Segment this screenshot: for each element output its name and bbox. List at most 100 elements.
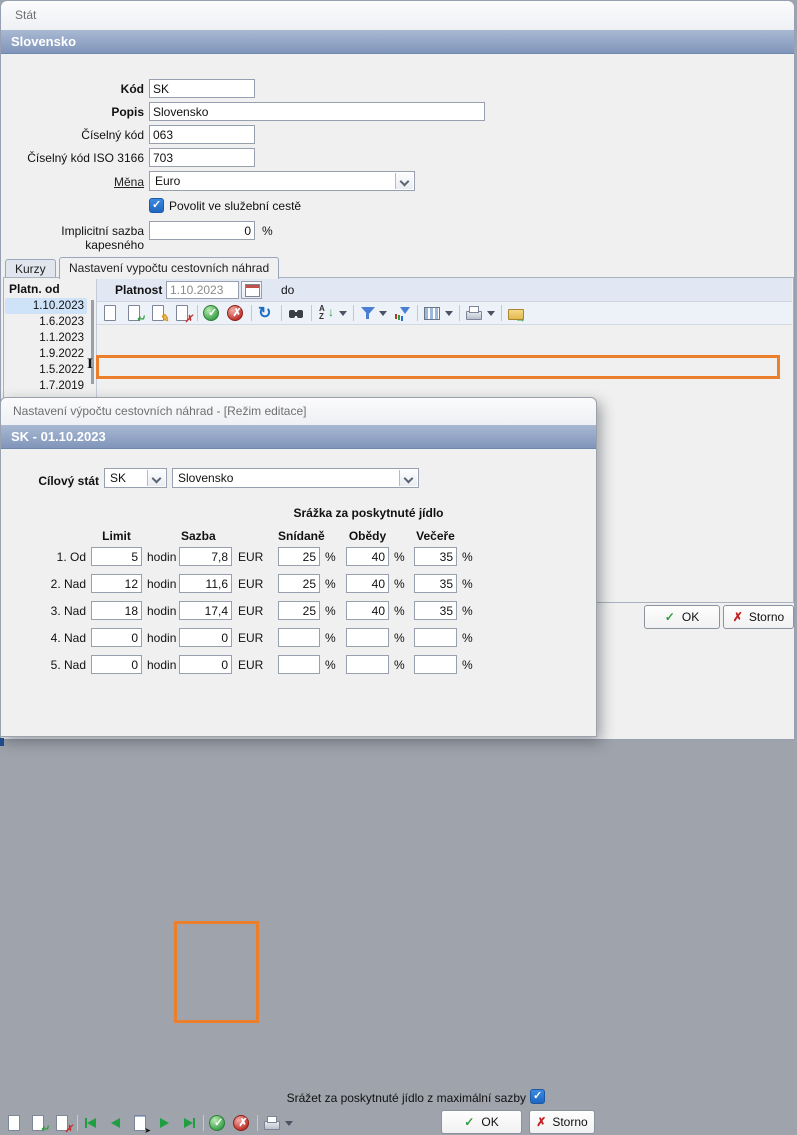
filter-dropdown-icon[interactable] <box>379 311 387 316</box>
sazba-input[interactable] <box>179 601 232 620</box>
vecere-input[interactable] <box>414 628 457 647</box>
row-label: 4. Nad <box>31 631 86 645</box>
cancel-icon[interactable] <box>227 305 243 321</box>
limit-input[interactable] <box>91 628 142 647</box>
toolbar-separator <box>501 305 502 321</box>
print-dropdown-icon[interactable] <box>285 1121 293 1126</box>
snidane-input[interactable] <box>278 655 320 674</box>
eur-unit: EUR <box>238 631 263 645</box>
validity-date-item[interactable]: 1.5.2022 <box>5 362 87 378</box>
limit-input[interactable] <box>91 601 142 620</box>
ok-button[interactable]: ✓OK <box>644 605 720 629</box>
chevron-down-icon[interactable] <box>395 173 413 189</box>
dialog-storno-button[interactable]: ✗Storno <box>529 1110 595 1134</box>
vecere-column-label: Večeře <box>414 529 457 543</box>
obedy-column-label: Obědy <box>346 529 389 543</box>
record-list-icon[interactable] <box>131 1114 149 1132</box>
mena-label[interactable]: Měna <box>1 175 144 189</box>
vecere-input[interactable] <box>414 655 457 674</box>
sazba-input[interactable] <box>179 547 232 566</box>
tab-kurzy[interactable]: Kurzy <box>5 259 56 279</box>
window-titlebar[interactable]: Stát <box>1 1 794 31</box>
obedy-input[interactable] <box>346 628 389 647</box>
vecere-input[interactable] <box>414 547 457 566</box>
snidane-input[interactable] <box>278 628 320 647</box>
new-record-icon[interactable] <box>5 1114 23 1132</box>
delete-record-icon[interactable]: ✗ <box>173 304 191 322</box>
dialog-title: Nastavení výpočtu cestovních náhrad - [R… <box>13 404 306 418</box>
platnost-od-date-input[interactable] <box>166 281 239 299</box>
srazka-heading: Srážka za poskytnuté jídlo <box>278 506 459 520</box>
snidane-input[interactable] <box>278 601 320 620</box>
advanced-filter-icon[interactable] <box>393 304 411 322</box>
kapesne-input[interactable] <box>149 221 255 240</box>
cilovy-stat-name-value: Slovensko <box>178 471 233 485</box>
validity-date-item[interactable]: 1.10.2023 <box>5 298 87 314</box>
chevron-down-icon[interactable] <box>399 470 417 486</box>
sazba-column-label: Sazba <box>179 529 234 543</box>
new-record-icon[interactable] <box>101 304 119 322</box>
percent-unit: % <box>325 631 336 645</box>
obedy-input[interactable] <box>346 574 389 593</box>
hodin-unit: hodin <box>147 658 176 672</box>
copy-record-icon[interactable]: ↵ <box>29 1114 47 1132</box>
vecere-input[interactable] <box>414 601 457 620</box>
print-icon[interactable] <box>465 304 483 322</box>
vecere-input[interactable] <box>414 574 457 593</box>
export-icon[interactable] <box>507 304 525 322</box>
edit-record-icon[interactable]: ✎ <box>149 304 167 322</box>
tab-nastaveni-nahrad[interactable]: Nastavení vypočtu cestovních náhrad <box>59 257 279 279</box>
limit-input[interactable] <box>91 547 142 566</box>
validity-date-item[interactable]: 1.9.2022 <box>5 346 87 362</box>
validity-date-item[interactable]: 1.7.2019 <box>5 378 87 394</box>
ciselny-kod-input[interactable] <box>149 125 255 144</box>
sazba-input[interactable] <box>179 574 232 593</box>
kod-input[interactable] <box>149 79 255 98</box>
delete-record-icon[interactable]: ✗ <box>53 1114 71 1132</box>
previous-record-icon[interactable] <box>107 1114 125 1132</box>
percent-unit: % <box>462 658 473 672</box>
storno-button[interactable]: ✗Storno <box>723 605 794 629</box>
filter-icon[interactable] <box>359 304 377 322</box>
confirm-icon[interactable] <box>209 1115 225 1131</box>
sazba-input[interactable] <box>179 628 232 647</box>
snidane-input[interactable] <box>278 574 320 593</box>
compensation-row: 3. Nad hodin EUR % % % <box>1 601 598 628</box>
limit-input[interactable] <box>91 655 142 674</box>
dialog-ok-button[interactable]: ✓OK <box>441 1110 522 1134</box>
search-icon[interactable] <box>287 304 305 322</box>
refresh-icon[interactable] <box>257 304 275 322</box>
srazet-checkbox[interactable] <box>530 1089 545 1104</box>
eur-unit: EUR <box>238 550 263 564</box>
confirm-icon[interactable] <box>203 305 219 321</box>
obedy-input[interactable] <box>346 547 389 566</box>
last-record-icon[interactable] <box>179 1114 197 1132</box>
sazba-input[interactable] <box>179 655 232 674</box>
snidane-input[interactable] <box>278 547 320 566</box>
print-dropdown-icon[interactable] <box>487 311 495 316</box>
obedy-input[interactable] <box>346 655 389 674</box>
copy-record-icon[interactable]: ↵ <box>125 304 143 322</box>
print-icon[interactable] <box>263 1114 281 1132</box>
iso-kod-input[interactable] <box>149 148 255 167</box>
validity-date-item[interactable]: 1.1.2023 <box>5 330 87 346</box>
platnost-column-header[interactable]: Platn. od <box>9 282 60 296</box>
sort-dropdown-icon[interactable] <box>339 311 347 316</box>
cilovy-stat-code-select[interactable]: SK <box>104 468 167 488</box>
cancel-icon[interactable] <box>233 1115 249 1131</box>
mena-select[interactable]: Euro <box>149 171 415 191</box>
first-record-icon[interactable] <box>83 1114 101 1132</box>
validity-date-item[interactable]: 1.6.2023 <box>5 314 87 330</box>
chevron-down-icon[interactable] <box>147 470 165 486</box>
columns-icon[interactable] <box>423 304 441 322</box>
popis-input[interactable] <box>149 102 485 121</box>
povolit-checkbox[interactable] <box>149 198 164 213</box>
next-record-icon[interactable] <box>155 1114 173 1132</box>
sort-az-icon[interactable] <box>317 304 335 322</box>
obedy-input[interactable] <box>346 601 389 620</box>
dialog-titlebar[interactable]: Nastavení výpočtu cestovních náhrad - [R… <box>1 398 596 426</box>
calendar-icon[interactable] <box>241 281 262 299</box>
cilovy-stat-name-select[interactable]: Slovensko <box>172 468 419 488</box>
columns-dropdown-icon[interactable] <box>445 311 453 316</box>
limit-input[interactable] <box>91 574 142 593</box>
